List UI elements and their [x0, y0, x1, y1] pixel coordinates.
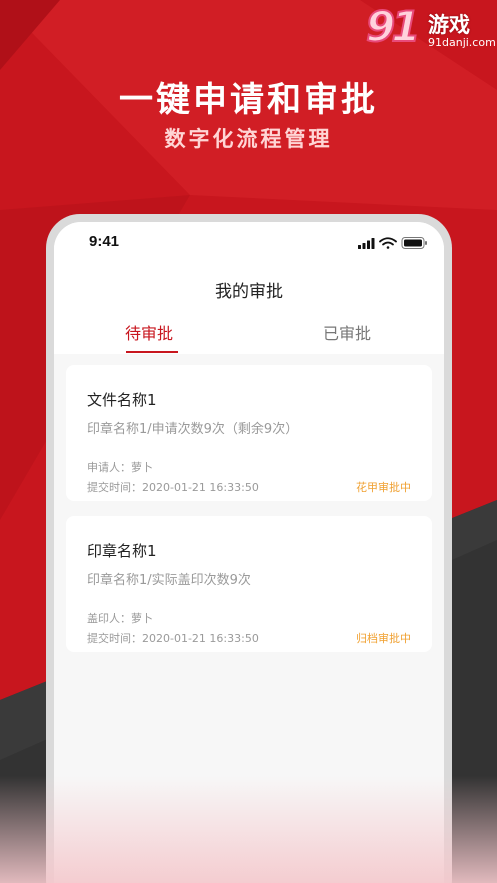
card-submit-time: 提交时间：2020-01-21 16:33:50 — [87, 481, 259, 494]
card-title: 印章名称1 — [87, 542, 157, 560]
card-title: 文件名称1 — [87, 391, 157, 409]
watermark-logo: 91 — [365, 2, 422, 51]
approval-card[interactable]: 印章名称1 印章名称1/实际盖印次数9次 盖印人：萝卜 提交时间：2020-01… — [66, 516, 432, 652]
tab-approved[interactable]: 已审批 — [312, 320, 382, 344]
promo-subheadline: 数字化流程管理 — [164, 127, 333, 151]
status-time: 9:41 — [89, 233, 120, 250]
approval-card[interactable]: 文件名称1 印章名称1/申请次数9次（剩余9次） 申请人：萝卜 提交时间：202… — [66, 365, 432, 501]
watermark-url: 91danji.com — [428, 36, 496, 49]
card-detail: 印章名称1/申请次数9次（剩余9次） — [87, 422, 299, 437]
active-tab-indicator — [126, 351, 178, 353]
card-applicant: 申请人：萝卜 — [87, 461, 153, 474]
battery-icon — [401, 237, 427, 249]
card-detail: 印章名称1/实际盖印次数9次 — [87, 573, 251, 588]
signal-icon — [358, 238, 375, 249]
status-badge: 花甲审批中 — [356, 481, 411, 494]
promo-headline: 一键申请和审批 — [119, 80, 378, 120]
card-submit-time: 提交时间：2020-01-21 16:33:50 — [87, 632, 259, 645]
page-title: 我的审批 — [215, 282, 283, 302]
tab-pending[interactable]: 待审批 — [114, 320, 184, 344]
app-header: 9:41 我的审批 待审批 已审批 — [54, 222, 444, 354]
card-stamper: 盖印人：萝卜 — [87, 612, 153, 625]
bottom-fade — [0, 776, 497, 883]
status-icons — [358, 237, 427, 249]
site-watermark: 91 游戏 91danji.com — [365, 2, 496, 54]
watermark-name: 游戏 — [428, 13, 470, 37]
wifi-icon — [379, 237, 397, 249]
status-badge: 归档审批中 — [356, 632, 411, 645]
